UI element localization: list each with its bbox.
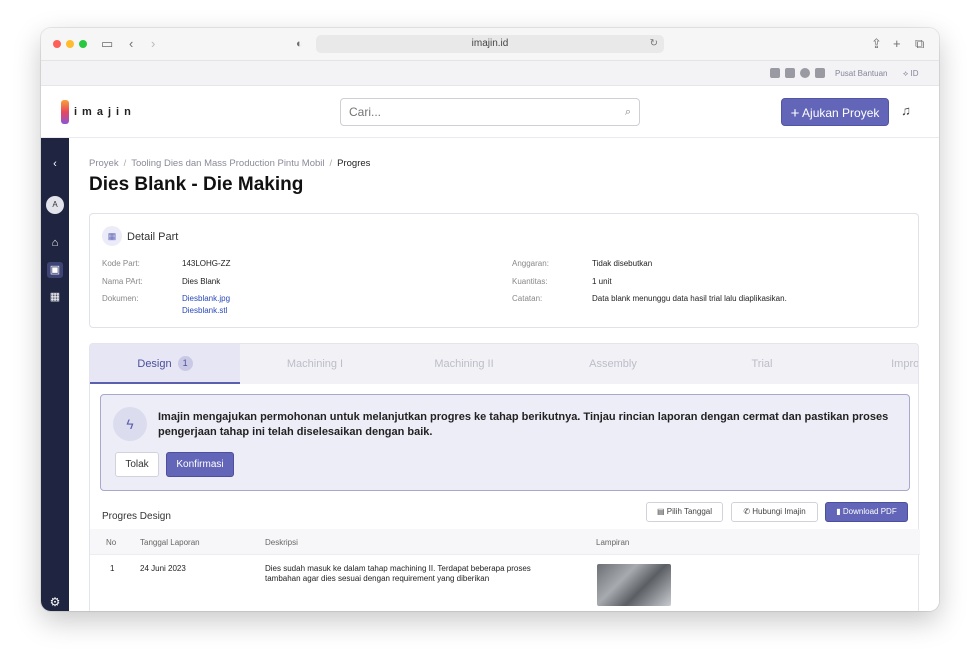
- download-pdf-label: Download PDF: [842, 507, 897, 516]
- back-icon[interactable]: ‹: [129, 36, 133, 52]
- search-box: ⌕: [340, 98, 640, 126]
- budget-label: Anggaran:: [512, 259, 549, 268]
- part-name-label: Nama PArt:: [102, 277, 143, 286]
- documents-label: Dokumen:: [102, 294, 139, 303]
- document-link-stl[interactable]: Diesblank.stl: [182, 306, 227, 315]
- zoom-window-button[interactable]: [79, 40, 87, 48]
- detail-part-title: Detail Part: [127, 231, 179, 243]
- bell-icon[interactable]: ♫: [898, 103, 914, 119]
- submit-project-label: Ajukan Proyek: [802, 106, 880, 120]
- instagram-icon[interactable]: [770, 68, 780, 78]
- avatar[interactable]: A: [46, 196, 64, 214]
- stage-tabs: Design 1 Machining I Machining II Assembl…: [89, 343, 919, 384]
- contact-button[interactable]: ✆ Hubungi Imajin: [731, 502, 818, 522]
- main-content: Proyek / Tooling Dies dan Mass Production …: [69, 138, 939, 611]
- breadcrumb: Proyek / Tooling Dies dan Mass Production …: [89, 158, 370, 169]
- tabs-overview-icon[interactable]: ⧉: [915, 36, 924, 52]
- browser-toolbar: ▭ ‹ › ◐ imajin.id ↻ ⇪ + ⧉: [41, 28, 939, 61]
- minimize-window-button[interactable]: [66, 40, 74, 48]
- quantity-value: 1 unit: [592, 277, 612, 286]
- part-code-label: Kode Part:: [102, 259, 140, 268]
- pick-date-button[interactable]: ▤ Pilih Tanggal: [646, 502, 723, 522]
- language-label: ID: [910, 69, 919, 78]
- part-code-value: 143LOHG-ZZ: [182, 259, 231, 268]
- pick-date-label: Pilih Tanggal: [666, 507, 712, 516]
- logo-mark: [61, 100, 69, 124]
- search-icon[interactable]: ⌕: [625, 106, 631, 119]
- address-bar[interactable]: imajin.id ↻: [316, 35, 664, 53]
- confirm-button[interactable]: Konfirmasi: [166, 452, 234, 477]
- breadcrumb-separator: /: [329, 158, 333, 169]
- row-date: 24 Juni 2023: [140, 564, 186, 573]
- submit-project-button[interactable]: + Ajukan Proyek: [781, 98, 889, 126]
- close-window-button[interactable]: [53, 40, 61, 48]
- column-header-no: No: [106, 538, 117, 547]
- file-icon: ▮: [836, 507, 841, 516]
- breadcrumb-project[interactable]: Tooling Dies dan Mass Production Pintu M…: [131, 158, 324, 169]
- sidebar-toggle-icon[interactable]: ▭: [101, 36, 113, 52]
- budget-value: Tidak disebutkan: [592, 259, 653, 268]
- breadcrumb-projects[interactable]: Proyek: [89, 158, 119, 169]
- detail-part-card: ▦ Detail Part Kode Part: 143LOHG-ZZ Nama…: [89, 213, 919, 328]
- cube-icon[interactable]: ▣: [47, 262, 63, 278]
- tab-design[interactable]: Design 1: [90, 344, 240, 384]
- tab-assembly[interactable]: Assembly: [538, 344, 688, 384]
- reject-button[interactable]: Tolak: [115, 452, 159, 477]
- progress-section-title: Progres Design: [102, 511, 171, 522]
- lightning-icon: ϟ: [113, 407, 147, 441]
- notes-value: Data blank menunggu data hasil trial lal…: [592, 294, 787, 303]
- youtube-icon[interactable]: [815, 68, 825, 78]
- utility-bar: Pusat Bantuan ⟡ ID: [41, 61, 939, 86]
- table-header: No Tanggal Laporan Deskripsi Lampiran: [90, 529, 920, 555]
- column-header-description: Deskripsi: [265, 538, 298, 547]
- part-name-value: Dies Blank: [182, 277, 221, 286]
- tab-machining-1[interactable]: Machining I: [240, 344, 390, 384]
- phone-icon: ✆: [743, 507, 751, 516]
- collapse-sidebar-icon[interactable]: ‹: [47, 156, 63, 172]
- site-header: imajin ⌕ + Ajukan Proyek ♫: [41, 86, 939, 138]
- page-title: Dies Blank - Die Making: [89, 174, 304, 195]
- breadcrumb-separator: /: [123, 158, 127, 169]
- forward-icon[interactable]: ›: [151, 36, 155, 52]
- gear-icon[interactable]: ⚙: [47, 594, 63, 610]
- share-icon[interactable]: ⇪: [871, 36, 882, 52]
- shield-icon: ◐: [296, 38, 303, 50]
- contact-label: Hubungi Imajin: [752, 507, 806, 516]
- help-center-link[interactable]: Pusat Bantuan: [835, 69, 887, 78]
- notes-label: Catatan:: [512, 294, 543, 303]
- home-icon[interactable]: ⌂: [47, 235, 63, 251]
- calendar-icon: ▤: [656, 507, 665, 516]
- download-pdf-button[interactable]: ▮ Download PDF: [825, 502, 908, 522]
- sidebar: ‹ A ⌂ ▣ ▦ ⚙: [41, 138, 69, 611]
- tab-trial[interactable]: Trial: [687, 344, 837, 384]
- address-text: imajin.id: [471, 38, 509, 49]
- document-link-jpg[interactable]: Diesblank.jpg: [182, 294, 230, 303]
- browser-window: ▭ ‹ › ◐ imajin.id ↻ ⇪ + ⧉ Pusat Bantuan …: [41, 28, 939, 611]
- add-grid-icon[interactable]: ▦: [47, 289, 63, 305]
- attachment-thumbnail[interactable]: [597, 564, 671, 606]
- tab-design-badge: 1: [177, 356, 193, 371]
- logo-text[interactable]: imajin: [74, 106, 136, 118]
- design-panel: ϟ Imajin mengajukan permohonan untuk mel…: [89, 384, 920, 611]
- notice-text: Imajin mengajukan permohonan untuk melan…: [158, 411, 889, 438]
- linkedin-icon[interactable]: [785, 68, 795, 78]
- language-switch[interactable]: ⟡ ID: [903, 69, 919, 79]
- breadcrumb-current: Progres: [337, 158, 371, 169]
- reload-icon[interactable]: ↻: [650, 35, 658, 53]
- row-no: 1: [110, 564, 115, 573]
- row-description: Dies sudah masuk ke dalam tahap machinin…: [265, 564, 531, 583]
- quantity-label: Kuantitas:: [512, 277, 548, 286]
- column-header-attachment: Lampiran: [596, 538, 630, 547]
- tab-design-label: Design: [137, 358, 172, 370]
- confirmation-notice: ϟ Imajin mengajukan permohonan untuk mel…: [100, 394, 910, 491]
- search-input[interactable]: [341, 99, 601, 125]
- new-tab-icon[interactable]: +: [893, 36, 901, 52]
- tab-machining-2[interactable]: Machining II: [389, 344, 539, 384]
- tab-improve[interactable]: Improve: [836, 344, 918, 384]
- plus-icon: +: [790, 105, 800, 122]
- column-header-date: Tanggal Laporan: [140, 538, 200, 547]
- facebook-icon[interactable]: [800, 68, 810, 78]
- grid-icon: ▦: [102, 226, 122, 246]
